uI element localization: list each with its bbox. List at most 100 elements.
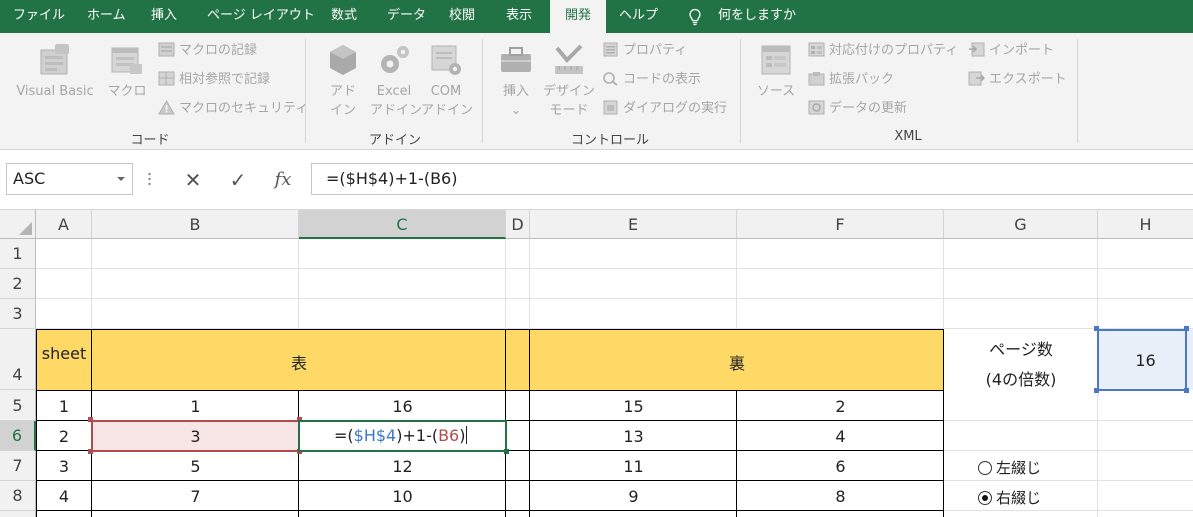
row-header-5[interactable]: 5: [0, 390, 36, 421]
row-header-4[interactable]: 4: [0, 329, 36, 390]
record-macro-button[interactable]: マクロの記録: [158, 40, 257, 62]
map-properties-button[interactable]: 対応付けのプロパティ: [808, 40, 958, 62]
macro-button[interactable]: マクロ: [106, 42, 148, 101]
refresh-data-button[interactable]: データの更新: [808, 98, 907, 120]
tab-developer[interactable]: 開発: [550, 0, 606, 33]
warning-icon: [158, 100, 175, 115]
import-icon: [969, 42, 985, 57]
reference-handle[interactable]: [1184, 388, 1189, 393]
table-cell[interactable]: 5: [92, 457, 299, 476]
gear-icon: [381, 46, 409, 73]
view-code-button[interactable]: コードの表示: [602, 69, 701, 91]
expansion-packs-button[interactable]: 拡張パック: [808, 69, 894, 91]
table-cell[interactable]: 2: [737, 397, 944, 416]
sheet-header[interactable]: sheet: [36, 344, 92, 363]
row-header-6[interactable]: 6: [0, 421, 36, 451]
formula-input[interactable]: =($H$4)+1-(B6): [311, 163, 1193, 195]
table-cell[interactable]: 1: [36, 397, 92, 416]
table-cell[interactable]: 1: [92, 397, 299, 416]
column-header-c[interactable]: C: [299, 210, 506, 239]
addins-icon: [330, 45, 356, 75]
table-cell[interactable]: 4: [737, 427, 944, 446]
column-header-g[interactable]: G: [944, 210, 1098, 239]
table-cell[interactable]: 11: [530, 457, 737, 476]
tab-file[interactable]: ファイル: [13, 0, 65, 33]
page-count-label-note: (4の倍数): [985, 370, 1057, 389]
column-header-d[interactable]: D: [506, 210, 530, 239]
refresh-data-icon: [808, 100, 825, 115]
table-cell[interactable]: 12: [299, 457, 506, 476]
insert-function-icon[interactable]: fx: [270, 167, 296, 193]
row-header-7[interactable]: 7: [0, 451, 36, 481]
front-header[interactable]: 表: [92, 350, 506, 374]
ribbon-tab-bar: ファイル ホーム 挿入 ページ レイアウト 数式 データ 校閲 表示 開発 ヘル…: [0, 0, 1193, 33]
tab-insert[interactable]: 挿入: [151, 0, 177, 33]
insert-control-button[interactable]: 挿入 ⌄: [494, 42, 538, 120]
table-cell[interactable]: 9: [530, 487, 737, 506]
table-cell[interactable]: 13: [530, 427, 737, 446]
tab-data[interactable]: データ: [387, 0, 426, 33]
addins-button[interactable]: アド イン: [320, 42, 366, 120]
chevron-down-icon[interactable]: [117, 177, 125, 181]
table-cell[interactable]: 7: [92, 487, 299, 506]
tab-view[interactable]: 表示: [506, 0, 532, 33]
lightbulb-icon: [689, 8, 701, 26]
name-box[interactable]: ASC: [6, 163, 133, 195]
visual-basic-button[interactable]: Visual Basic: [10, 42, 100, 101]
reference-handle[interactable]: [88, 449, 93, 454]
column-header-a[interactable]: A: [36, 210, 92, 239]
excel-addins-button[interactable]: Excel アドイン: [370, 42, 422, 120]
gridline: [944, 420, 1193, 421]
table-cell[interactable]: 16: [299, 397, 506, 416]
xml-export-button[interactable]: エクスポート: [968, 69, 1067, 91]
tab-page-layout[interactable]: ページ レイアウト: [207, 0, 315, 33]
column-header-b[interactable]: B: [92, 210, 299, 239]
xml-import-button[interactable]: インポート: [968, 40, 1054, 62]
tab-home[interactable]: ホーム: [87, 0, 126, 33]
table-cell[interactable]: 3: [36, 457, 92, 476]
tab-review[interactable]: 校閲: [449, 0, 475, 33]
table-cell[interactable]: 10: [299, 487, 506, 506]
spacer-header-fill: [506, 329, 530, 390]
back-header[interactable]: 裏: [530, 350, 944, 374]
group-divider: [482, 39, 483, 143]
reference-handle[interactable]: [88, 417, 93, 422]
drag-handle-icon[interactable]: [148, 172, 151, 186]
com-addins-button[interactable]: COM アドイン: [421, 42, 473, 120]
table-cell[interactable]: 2: [36, 427, 92, 446]
design-mode-button[interactable]: デザイン モード: [543, 42, 595, 120]
run-dialog-button[interactable]: ダイアログの実行: [602, 98, 727, 120]
fill-handle[interactable]: [504, 449, 509, 454]
table-cell[interactable]: 8: [737, 487, 944, 506]
cancel-icon[interactable]: ✕: [180, 167, 206, 193]
addins-group-label: アドイン: [368, 133, 421, 148]
cell-editor[interactable]: =($H$4)+1-(B6): [299, 426, 506, 445]
relative-reference-button[interactable]: 相対参照で記録: [158, 69, 270, 91]
table-cell[interactable]: 15: [530, 397, 737, 416]
xml-source-button[interactable]: ソース: [752, 42, 800, 101]
row-header-2[interactable]: 2: [0, 269, 36, 299]
table-cell[interactable]: 4: [36, 487, 92, 506]
tell-me-search[interactable]: 何をしますか: [718, 0, 796, 33]
tab-formulas[interactable]: 数式: [331, 0, 357, 33]
row-header-8[interactable]: 8: [0, 481, 36, 511]
row-header-3[interactable]: 3: [0, 299, 36, 329]
column-header-f[interactable]: F: [737, 210, 944, 239]
page-count-label[interactable]: ページ数: [944, 336, 1098, 360]
radio-right-binding[interactable]: 右綴じ: [978, 487, 1041, 508]
row-header-1[interactable]: 1: [0, 239, 36, 269]
macro-security-button[interactable]: マクロのセキュリティ: [158, 98, 308, 120]
table-cell[interactable]: 6: [737, 457, 944, 476]
reference-handle[interactable]: [1094, 326, 1099, 331]
macro-icon: [111, 47, 142, 74]
select-all-button[interactable]: [0, 210, 36, 239]
column-header-h[interactable]: H: [1098, 210, 1193, 239]
tab-help[interactable]: ヘルプ: [619, 0, 658, 33]
column-header-e[interactable]: E: [530, 210, 737, 239]
properties-button[interactable]: プロパティ: [602, 40, 687, 62]
reference-handle[interactable]: [1094, 388, 1099, 393]
radio-left-binding[interactable]: 左綴じ: [978, 457, 1041, 478]
reference-handle[interactable]: [1184, 326, 1189, 331]
enter-icon[interactable]: ✓: [225, 167, 251, 193]
xml-source-icon: [761, 45, 791, 75]
